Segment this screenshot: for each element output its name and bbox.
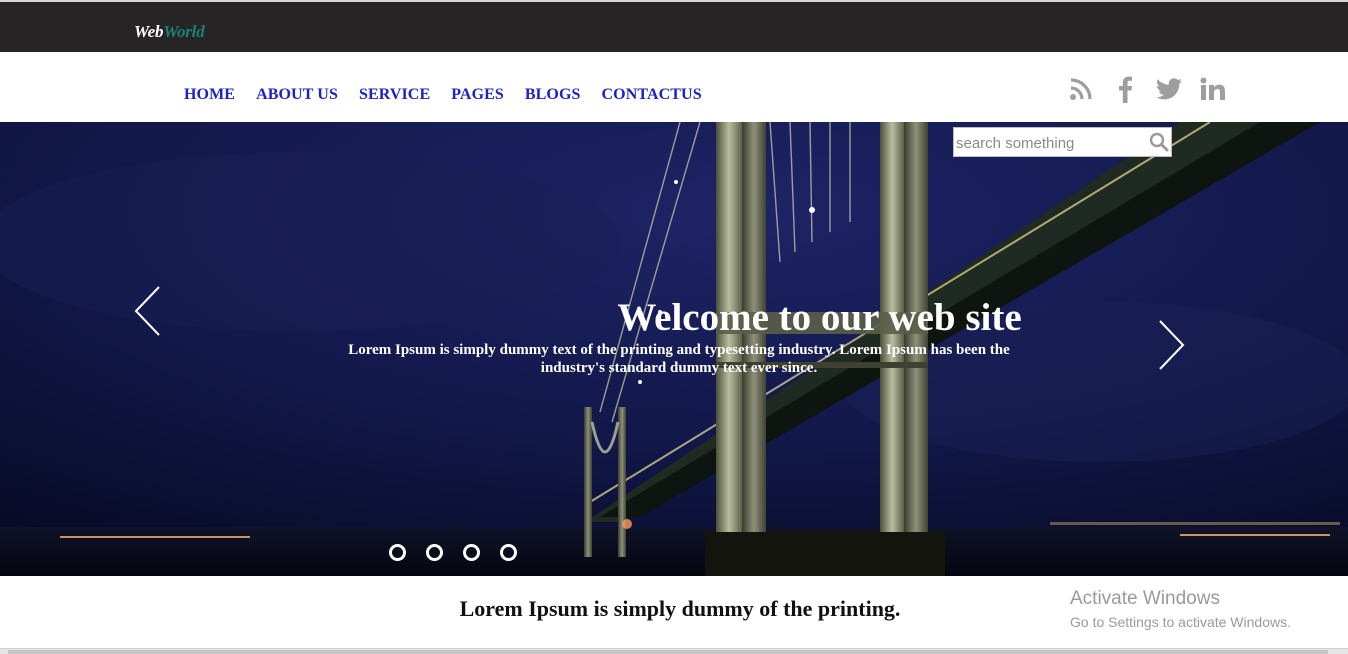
hero-description: Lorem Ipsum is simply dummy text of the …	[348, 342, 1010, 376]
slider-dot-4[interactable]	[500, 544, 517, 561]
nav-link-pages[interactable]: PAGES	[451, 86, 504, 104]
nav-link-blogs[interactable]: BLOGS	[525, 86, 581, 104]
logo-part-world: World	[163, 22, 205, 41]
site-logo[interactable]: WebWorld	[134, 22, 205, 42]
activate-windows-watermark: Activate Windows Go to Settings to activ…	[1070, 588, 1291, 632]
slider-next-arrow[interactable]	[1157, 319, 1187, 375]
rss-icon[interactable]	[1068, 76, 1094, 102]
navigation-bar: HOME ABOUT US SERVICE PAGES BLOGS CONTAC…	[0, 52, 1348, 122]
slider-dot-3[interactable]	[463, 544, 480, 561]
nav-link-contactus[interactable]: CONTACTUS	[602, 86, 702, 104]
search-box	[953, 127, 1172, 157]
hero-title: Welcome to our web site	[617, 296, 1022, 339]
horizontal-scrollbar[interactable]	[0, 648, 1348, 654]
slider-prev-arrow[interactable]	[133, 285, 163, 341]
activate-windows-subtitle: Go to Settings to activate Windows.	[1070, 614, 1291, 630]
chevron-right-icon	[1159, 320, 1185, 370]
social-links	[1068, 76, 1244, 103]
chevron-left-icon	[134, 286, 160, 336]
logo-part-web: Web	[134, 22, 164, 41]
slider-dot-2[interactable]	[426, 544, 443, 561]
slider-dot-1[interactable]	[389, 544, 406, 561]
nav-link-home[interactable]: HOME	[184, 86, 235, 104]
facebook-icon[interactable]	[1112, 76, 1138, 103]
nav-link-about-us[interactable]: ABOUT US	[256, 86, 338, 104]
slider-indicators	[389, 544, 537, 561]
top-bar: WebWorld	[0, 0, 1348, 52]
search-icon[interactable]	[1149, 132, 1169, 152]
search-input[interactable]	[956, 131, 1146, 155]
twitter-icon[interactable]	[1156, 76, 1182, 102]
scrollbar-thumb[interactable]	[8, 650, 1328, 654]
linkedin-icon[interactable]	[1200, 76, 1226, 102]
activate-windows-title: Activate Windows	[1070, 588, 1220, 609]
nav-link-service[interactable]: SERVICE	[359, 86, 430, 104]
main-nav: HOME ABOUT US SERVICE PAGES BLOGS CONTAC…	[184, 86, 723, 104]
